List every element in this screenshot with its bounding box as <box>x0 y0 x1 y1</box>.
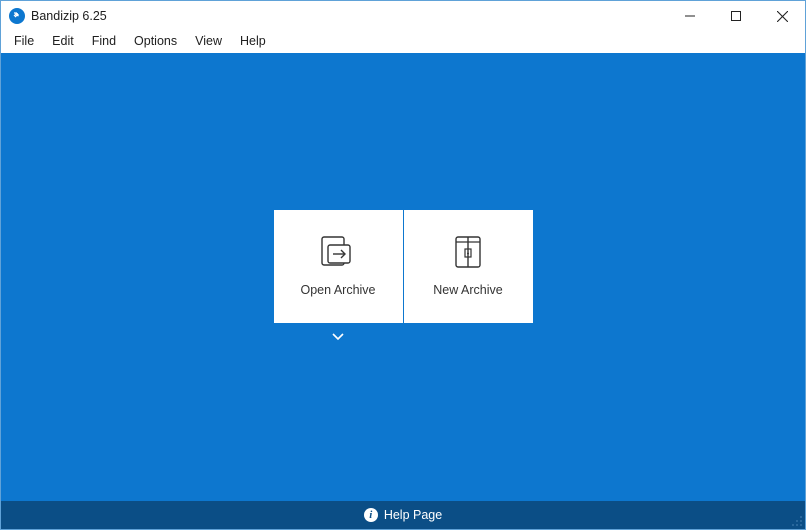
menu-view[interactable]: View <box>186 32 231 50</box>
content-area: Open Archive New Archive <box>1 53 805 501</box>
tile-row: Open Archive New Archive <box>274 210 533 323</box>
app-icon <box>9 8 25 24</box>
menu-find[interactable]: Find <box>83 32 125 50</box>
menubar: File Edit Find Options View Help <box>1 31 805 53</box>
app-window: Bandizip 6.25 File Edit Find <box>0 0 806 530</box>
menu-edit[interactable]: Edit <box>43 32 83 50</box>
open-archive-button[interactable]: Open Archive <box>274 210 403 323</box>
info-icon: i <box>364 508 378 522</box>
help-page-link[interactable]: Help Page <box>384 508 442 522</box>
window-controls <box>667 1 805 31</box>
close-icon <box>777 11 788 22</box>
maximize-button[interactable] <box>713 1 759 31</box>
open-archive-icon <box>321 235 355 269</box>
menu-help[interactable]: Help <box>231 32 275 50</box>
resize-grip[interactable] <box>789 513 803 527</box>
app-title: Bandizip 6.25 <box>31 9 107 23</box>
titlebar[interactable]: Bandizip 6.25 <box>1 1 805 31</box>
statusbar: i Help Page <box>1 501 805 529</box>
menu-file[interactable]: File <box>5 32 43 50</box>
close-button[interactable] <box>759 1 805 31</box>
minimize-button[interactable] <box>667 1 713 31</box>
chevron-down-icon <box>332 333 344 341</box>
menu-options[interactable]: Options <box>125 32 186 50</box>
new-archive-label: New Archive <box>433 283 502 297</box>
minimize-icon <box>685 11 695 21</box>
open-archive-dropdown[interactable] <box>330 329 346 345</box>
open-archive-label: Open Archive <box>300 283 375 297</box>
new-archive-icon <box>451 235 485 269</box>
maximize-icon <box>731 11 741 21</box>
new-archive-button[interactable]: New Archive <box>404 210 533 323</box>
